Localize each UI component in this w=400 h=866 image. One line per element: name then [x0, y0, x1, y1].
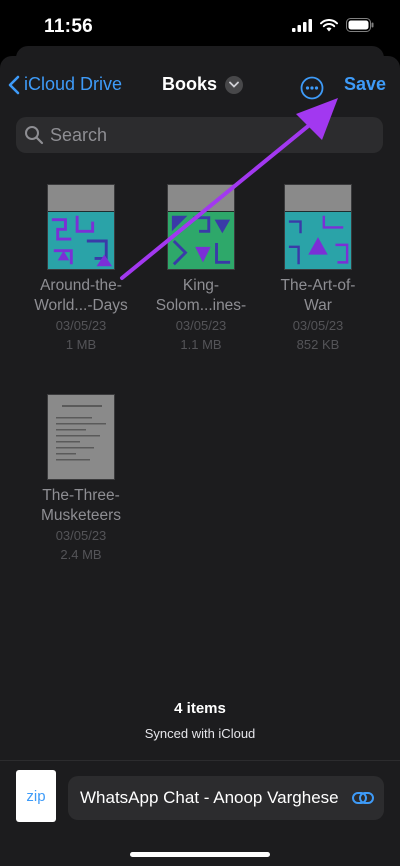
- sync-status: Synced with iCloud: [144, 726, 256, 741]
- book-cover-header: [48, 185, 114, 211]
- wifi-icon: [320, 18, 338, 31]
- save-button[interactable]: Save: [344, 74, 386, 95]
- book-thumbnail: [284, 184, 352, 270]
- search-field[interactable]: Search: [16, 117, 383, 153]
- file-date: 03/05/23: [55, 528, 107, 543]
- book-cover-pattern: [48, 211, 114, 269]
- filename-input[interactable]: WhatsApp Chat - Anoop Varghese: [68, 776, 384, 820]
- file-item[interactable]: The-Art-of- War 03/05/23 852 KB: [263, 184, 373, 354]
- more-options-icon[interactable]: [300, 76, 324, 100]
- back-button[interactable]: iCloud Drive: [8, 74, 122, 95]
- file-name: The-Three- Musketeers: [40, 487, 122, 524]
- back-button-label: iCloud Drive: [24, 74, 123, 94]
- status-icons: [292, 18, 374, 32]
- chevron-left-icon: [8, 75, 20, 94]
- link-toggle-icon[interactable]: [352, 788, 374, 808]
- file-size: 852 KB: [296, 337, 340, 352]
- folder-title-menu[interactable]: Books: [162, 74, 244, 95]
- file-date: 03/05/23: [55, 318, 107, 333]
- battery-icon: [346, 18, 374, 32]
- file-item[interactable]: The-Three- Musketeers 03/05/23 2.4 MB: [26, 394, 136, 564]
- file-name: The-Art-of- War: [280, 277, 356, 314]
- book-cover-pattern: [168, 211, 234, 269]
- book-thumbnail: [167, 184, 235, 270]
- book-thumbnail: [47, 184, 115, 270]
- file-size: 1 MB: [65, 337, 97, 352]
- zip-file-icon-label: zip: [26, 787, 46, 805]
- status-bar: 11:56: [0, 0, 400, 48]
- file-date: 03/05/23: [175, 318, 227, 333]
- home-indicator: [130, 852, 270, 857]
- chevron-down-icon: [225, 75, 244, 94]
- cellular-signal-icon: [292, 18, 312, 32]
- document-thumbnail: [47, 394, 115, 480]
- file-size: 1.1 MB: [180, 337, 222, 352]
- file-name: Around-the- World...-Days: [34, 277, 128, 314]
- file-item[interactable]: Around-the- World...-Days 03/05/23 1 MB: [26, 184, 136, 354]
- zip-file-icon: zip: [16, 770, 56, 822]
- search-placeholder: Search: [50, 124, 108, 145]
- file-date: 03/05/23: [292, 318, 344, 333]
- item-count: 4 items: [174, 700, 226, 717]
- book-cover-header: [168, 185, 234, 211]
- file-item[interactable]: King- Solom...ines- 03/05/23 1.1 MB: [146, 184, 256, 354]
- book-cover-header: [285, 185, 351, 211]
- status-time: 11:56: [44, 16, 94, 37]
- navigation-bar: iCloud Drive Books Save: [0, 64, 400, 108]
- filename-value: WhatsApp Chat - Anoop Varghese: [80, 788, 339, 807]
- book-cover-pattern: [285, 211, 351, 269]
- document-text-lines: [56, 405, 106, 461]
- file-name: King- Solom...ines-: [155, 277, 247, 314]
- search-icon: [25, 126, 44, 145]
- page-title: Books: [162, 74, 218, 94]
- file-size: 2.4 MB: [60, 547, 102, 562]
